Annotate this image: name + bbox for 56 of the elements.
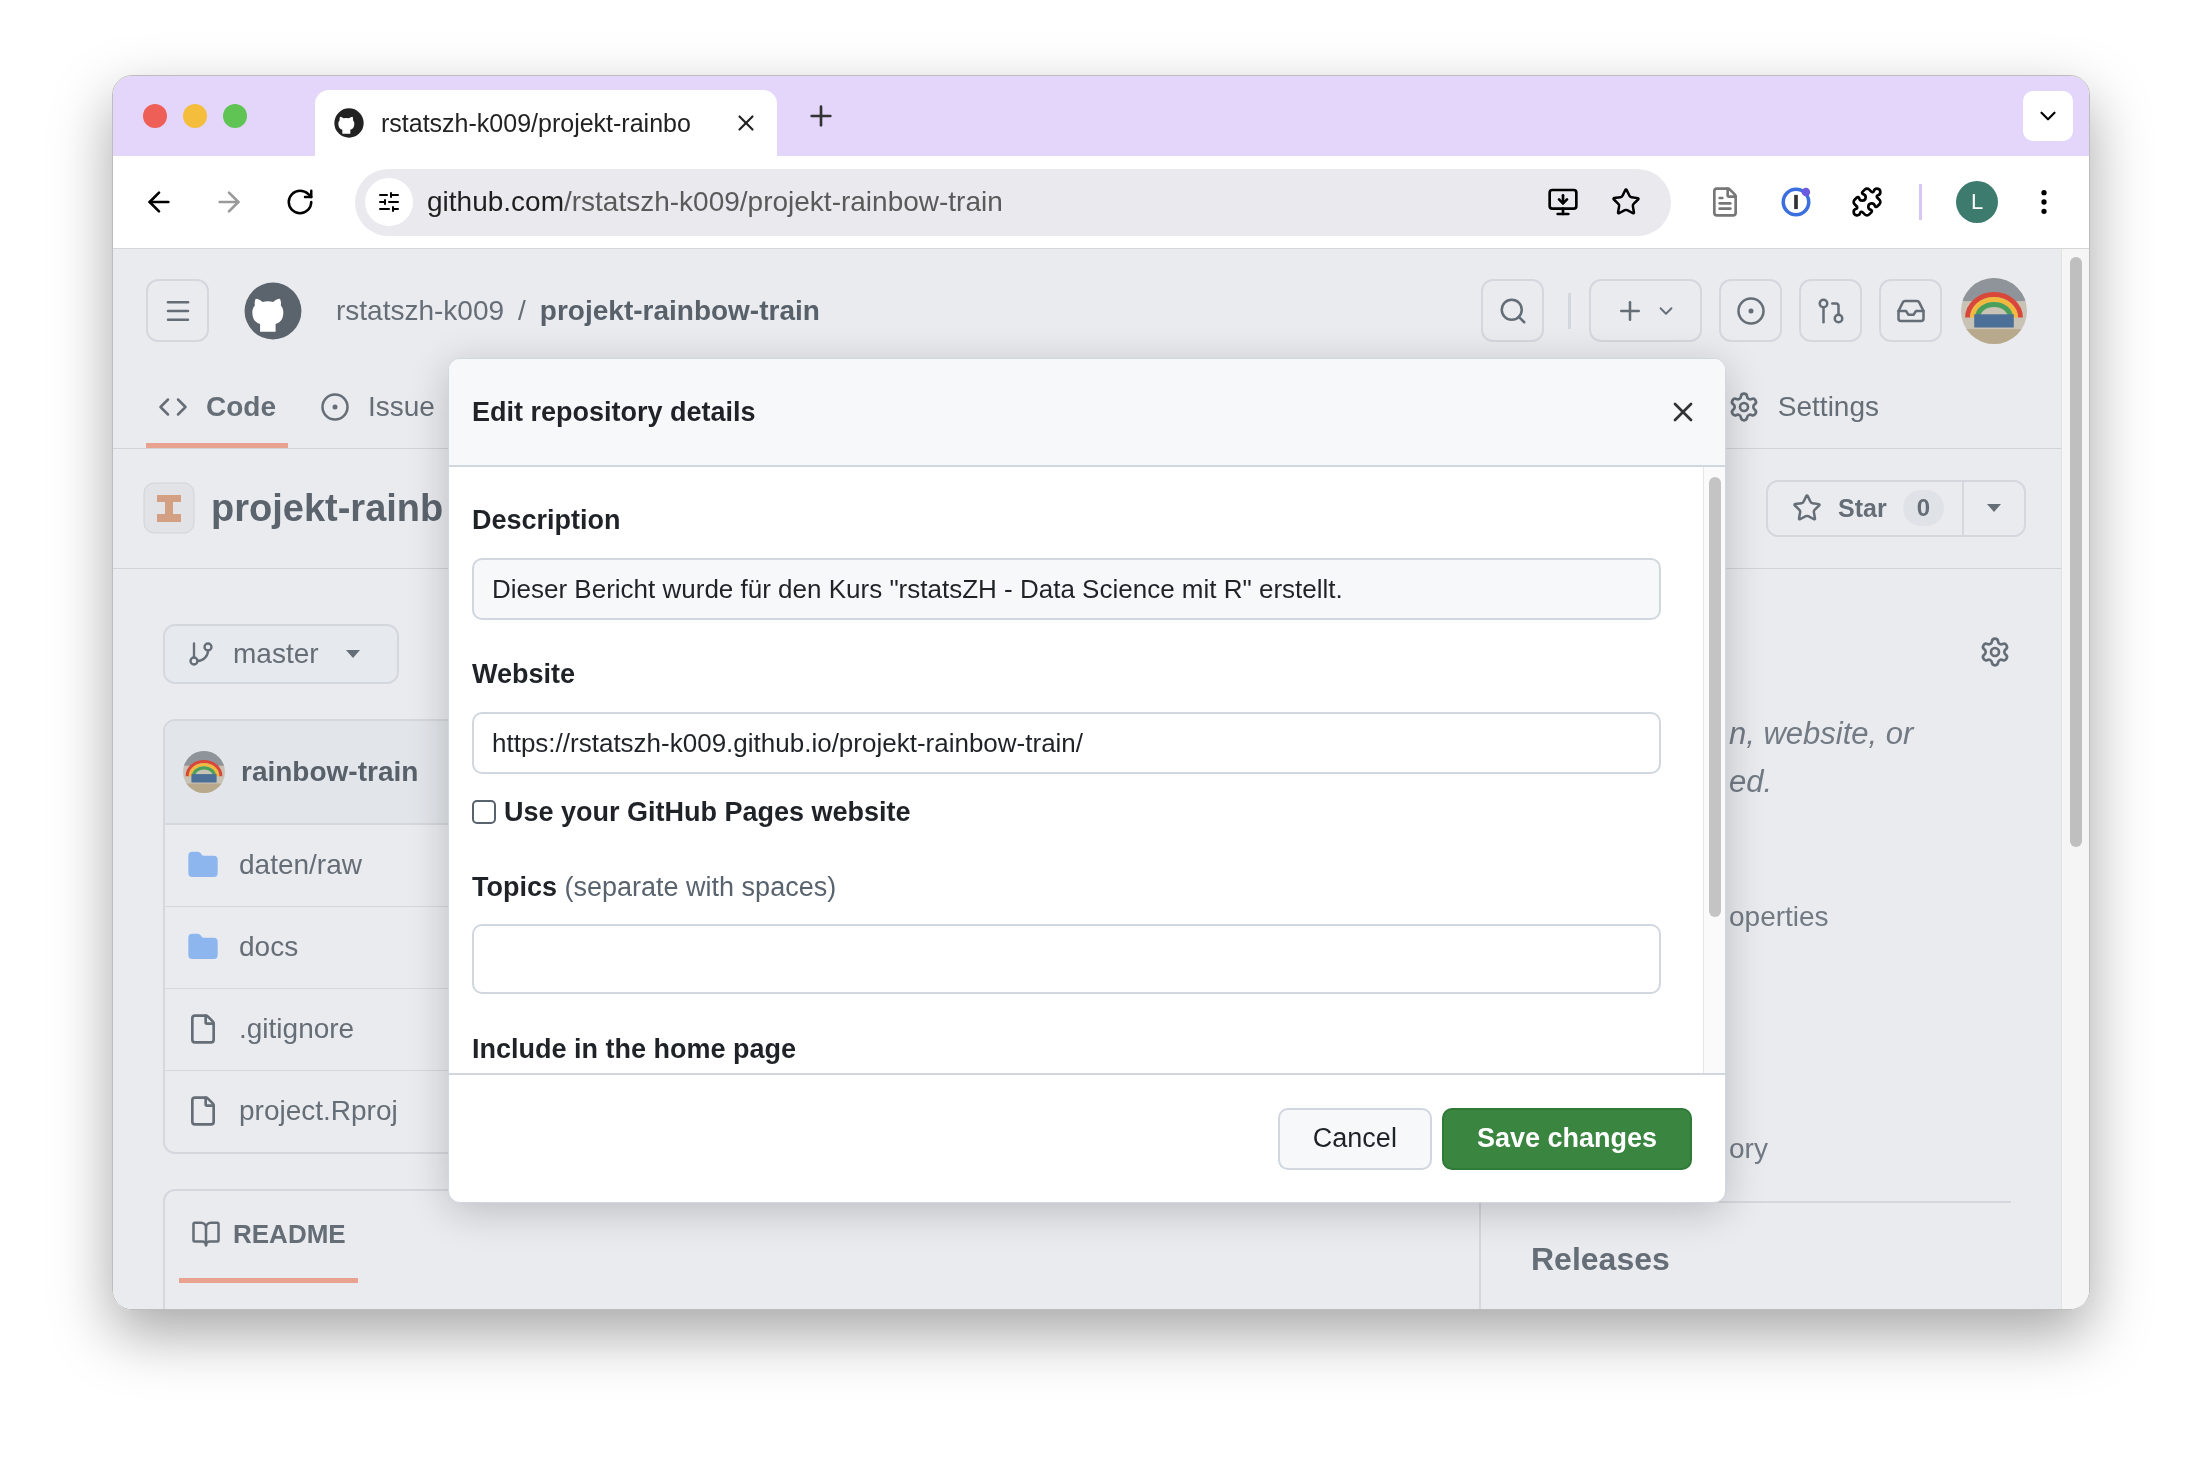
cancel-button[interactable]: Cancel: [1277, 1107, 1432, 1170]
repo-icon: [143, 482, 195, 535]
circle-badge-icon[interactable]: [1779, 185, 1813, 219]
about-text: n, website, or: [1728, 715, 1916, 753]
logo-icon: [333, 107, 365, 139]
save-button[interactable]: Save changes: [1441, 1107, 1692, 1170]
reload-icon[interactable]: [285, 187, 315, 217]
readme-tab[interactable]: README: [179, 1191, 358, 1283]
about-text: ed.: [1728, 763, 1774, 801]
inbox-button[interactable]: [1879, 279, 1942, 343]
checkbox[interactable]: [472, 800, 496, 824]
address-bar[interactable]: github.com/rstatszh-k009/projekt-rainbow-train: [355, 168, 1671, 236]
field-label: Topics (separate with spaces): [472, 871, 838, 904]
branch-icon: [187, 640, 215, 668]
close-window-button[interactable]: [143, 104, 167, 128]
file-link[interactable]: .gitignore: [239, 1013, 355, 1046]
nav-tab[interactable]: Settings: [1715, 372, 1891, 448]
file-link[interactable]: project.Rproj: [239, 1095, 398, 1128]
file-link[interactable]: docs: [239, 931, 299, 964]
pull-requests-button[interactable]: [1799, 279, 1862, 343]
field-label: Description: [472, 504, 622, 537]
repo-title: projekt-rainb: [211, 486, 444, 530]
repo-link[interactable]: projekt-rainbow-train: [539, 294, 820, 327]
releases-heading: Releases: [1531, 1241, 1671, 1278]
menu-button[interactable]: [146, 279, 209, 343]
owner-link[interactable]: rstatszh-k009: [336, 294, 505, 327]
nav-tab[interactable]: Code: [146, 372, 288, 448]
settings-icon[interactable]: [1979, 636, 2011, 668]
section-heading: Include in the home page: [472, 1033, 798, 1066]
issue-icon: [320, 392, 350, 423]
checkbox-label: Use your GitHub Pages website: [504, 796, 911, 828]
website-field[interactable]: https://rstatszh-k009.github.io/projekt-rainbow-train/: [472, 712, 1661, 774]
field-label: Website: [472, 658, 577, 691]
breadcrumb-separator: /: [518, 294, 526, 327]
install-icon[interactable]: [1547, 186, 1579, 218]
nav-tab[interactable]: Issue: [308, 372, 447, 448]
extensions-icon[interactable]: [1851, 186, 1883, 218]
bookmark-icon[interactable]: [1611, 187, 1641, 217]
scrollbar-thumb[interactable]: [1709, 477, 1721, 917]
search-button[interactable]: [1481, 279, 1544, 343]
dialog-title: Edit repository details: [472, 396, 757, 428]
scrollbar-thumb[interactable]: [2070, 257, 2082, 847]
issue-icon: [1735, 295, 1766, 326]
commit-author[interactable]: rainbow-train: [241, 756, 419, 788]
star-count: 0: [1902, 490, 1944, 527]
file-link[interactable]: daten/raw: [239, 849, 362, 882]
star-icon: [1792, 493, 1822, 524]
site-info-icon[interactable]: [365, 178, 413, 226]
branch-button[interactable]: master: [163, 624, 399, 684]
caret-icon: [1986, 503, 2002, 514]
topics-field[interactable]: [472, 924, 1661, 994]
description-field[interactable]: Dieser Bericht wurde für den Kurs "rstatsZH - Data Science mit R" erstellt.: [472, 558, 1661, 620]
issues-button[interactable]: [1719, 279, 1782, 343]
browser-tab[interactable]: rstatszh-k009/projekt-rainbo: [315, 90, 777, 156]
caret-icon: [344, 649, 361, 659]
profile-avatar[interactable]: L: [1956, 181, 1998, 223]
